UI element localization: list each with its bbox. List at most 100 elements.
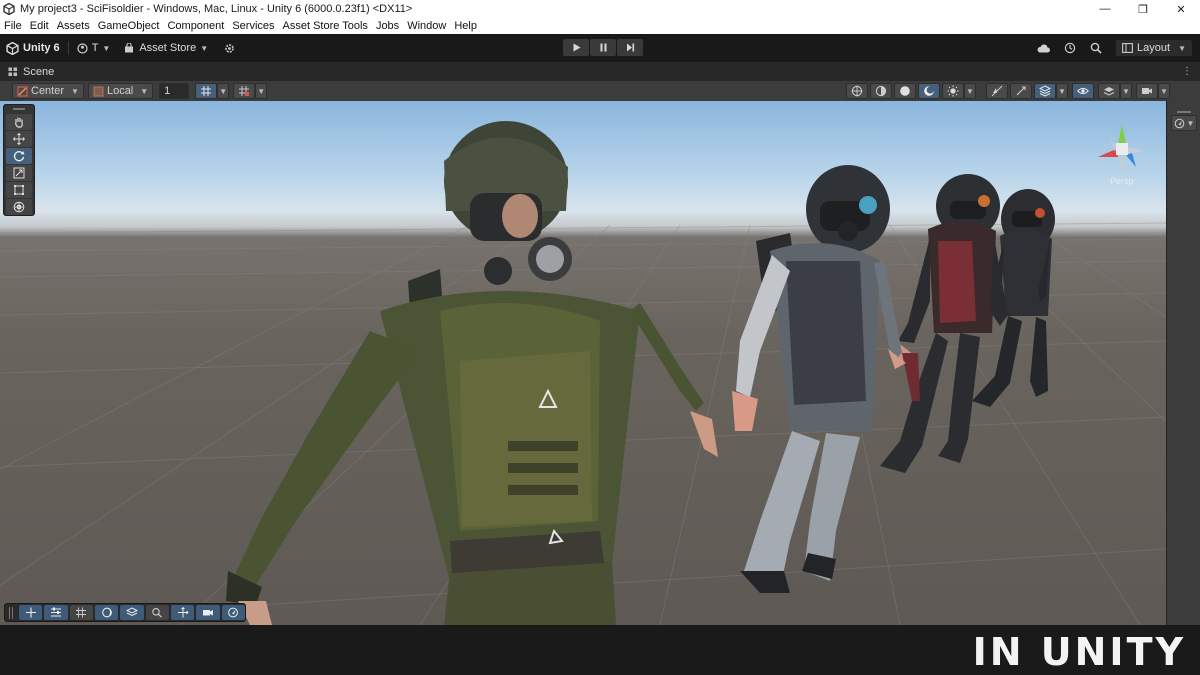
menu-gameobject[interactable]: GameObject [98, 18, 160, 34]
scene-tab-bar: Scene ⋮ [0, 62, 1200, 81]
camera-settings-dropdown[interactable]: ▼ [1158, 83, 1170, 99]
cloud-icon[interactable] [1037, 43, 1051, 53]
play-button[interactable] [563, 39, 589, 56]
history-icon[interactable] [1064, 42, 1076, 54]
overlay-compass-button[interactable] [221, 605, 246, 620]
sun-icon [947, 85, 959, 97]
tab-scene[interactable]: Scene [8, 66, 54, 78]
scene-layers-dropdown[interactable]: ▼ [1120, 83, 1132, 99]
overlay-camera-button[interactable] [196, 605, 220, 620]
package-settings-button[interactable] [224, 38, 235, 58]
menu-bar: File Edit Assets GameObject Component Se… [0, 18, 1200, 34]
scene-characters [226, 121, 1055, 625]
play-controls [563, 39, 643, 56]
handle-space-dropdown[interactable]: Local ▼ [87, 83, 154, 99]
sliders-icon [50, 607, 61, 617]
rect-transform-icon [14, 185, 24, 195]
hatch-grid-icon [76, 607, 87, 618]
layout-label: Layout [1137, 42, 1171, 54]
soldier-character-2 [732, 165, 906, 593]
scene-viewport[interactable]: Persp [0, 101, 1166, 625]
overlay-toolbar [4, 603, 246, 622]
overlay-navigate-button[interactable] [171, 605, 195, 620]
shaded-wireframe-button[interactable] [870, 83, 892, 99]
menu-asset-store-tools[interactable]: Asset Store Tools [283, 18, 368, 34]
increment-snap-dropdown[interactable]: ▼ [255, 83, 268, 99]
menu-component[interactable]: Component [167, 18, 224, 34]
menu-jobs[interactable]: Jobs [376, 18, 399, 34]
hand-tool-button[interactable] [6, 114, 32, 130]
asset-store-label: Asset Store [139, 42, 197, 54]
camera-icon [1142, 88, 1152, 94]
step-button[interactable] [617, 39, 643, 56]
palette-drag-handle[interactable] [4, 105, 34, 113]
gizmo-toggle[interactable]: ▼ [1171, 115, 1197, 131]
effects-toggle[interactable] [1010, 83, 1032, 99]
chevron-down-icon: ▼ [1186, 118, 1195, 128]
menu-help[interactable]: Help [454, 18, 477, 34]
soldier-character-1 [226, 121, 718, 625]
overlay-lighting-button[interactable] [94, 605, 119, 620]
unity-editor-window: My project3 - SciFisoldier - Windows, Ma… [0, 0, 1200, 675]
draw-mode-button[interactable] [846, 83, 868, 99]
camera-settings-button[interactable] [1136, 83, 1158, 99]
pivot-mode-dropdown[interactable]: Center ▼ [12, 83, 84, 99]
grid-snap-dropdown[interactable]: ▼ [217, 83, 230, 99]
transform-tool-button[interactable] [6, 199, 32, 215]
scene-visibility-toggle[interactable] [1034, 83, 1056, 99]
effects-icon [1016, 86, 1026, 96]
chevron-down-icon: ▼ [257, 86, 266, 96]
move-tool-button[interactable] [6, 131, 32, 147]
hidden-objects-toggle[interactable] [1072, 83, 1094, 99]
maximize-button[interactable]: ❐ [1124, 0, 1162, 18]
scale-tool-button[interactable] [6, 165, 32, 181]
minimize-button[interactable]: — [1086, 0, 1124, 18]
menu-file[interactable]: File [4, 18, 22, 34]
tab-more-icon[interactable]: ⋮ [1182, 66, 1192, 77]
scene-side-panel: ▼ [1166, 101, 1200, 625]
projection-label[interactable]: Persp [1110, 176, 1134, 186]
scene-grid-icon [8, 67, 17, 76]
rotate-tool-button[interactable] [6, 148, 32, 164]
hand-icon [15, 117, 23, 128]
scene-layers-button[interactable] [1098, 83, 1120, 99]
pause-button[interactable] [590, 39, 616, 56]
shaded-sphere-icon [900, 86, 910, 96]
space-label: Local [106, 85, 134, 97]
local-space-icon [93, 86, 104, 96]
close-button[interactable]: ✕ [1162, 0, 1200, 18]
main-toolbar: Unity 6 T ▼ Asset Store ▼ Layout ▼ [0, 34, 1200, 62]
snap-increment-input[interactable]: 1 [159, 83, 190, 99]
scene-view-options: ▼ ▼ ▼ ▼ [844, 83, 1170, 99]
menu-window[interactable]: Window [407, 18, 446, 34]
layout-dropdown[interactable]: Layout ▼ [1116, 40, 1192, 56]
account-dropdown[interactable]: T ▼ [77, 38, 110, 58]
increment-snap-toggle[interactable] [233, 83, 256, 99]
step-forward-icon [626, 43, 634, 52]
overlay-drag-handle[interactable] [9, 606, 13, 619]
lighting-toggle[interactable] [942, 83, 964, 99]
chevron-down-icon: ▼ [1122, 86, 1130, 96]
visibility-dropdown[interactable]: ▼ [1056, 83, 1068, 99]
overlay-grid-button[interactable] [69, 605, 93, 620]
overlay-layers-button[interactable] [120, 605, 144, 620]
lighting-dropdown[interactable]: ▼ [964, 83, 976, 99]
menu-services[interactable]: Services [232, 18, 274, 34]
rect-tool-button[interactable] [6, 182, 32, 198]
asset-store-dropdown[interactable]: Asset Store ▼ [124, 38, 208, 58]
menu-edit[interactable]: Edit [30, 18, 49, 34]
account-icon [77, 42, 88, 54]
unity-product-button[interactable]: Unity 6 [6, 38, 60, 58]
gear-icon [225, 43, 234, 53]
menu-assets[interactable]: Assets [57, 18, 90, 34]
overlay-move-button[interactable] [18, 605, 43, 620]
chevron-down-icon: ▼ [71, 86, 79, 96]
shaded-button[interactable] [894, 83, 916, 99]
overlay-search-button[interactable] [145, 605, 169, 620]
search-icon[interactable] [1090, 42, 1102, 54]
grid-snap-toggle[interactable] [195, 83, 218, 99]
window-title: My project3 - SciFisoldier - Windows, Ma… [20, 3, 413, 15]
audio-toggle[interactable] [986, 83, 1008, 99]
lit-mode-button[interactable] [918, 83, 940, 99]
overlay-sliders-button[interactable] [44, 605, 68, 620]
